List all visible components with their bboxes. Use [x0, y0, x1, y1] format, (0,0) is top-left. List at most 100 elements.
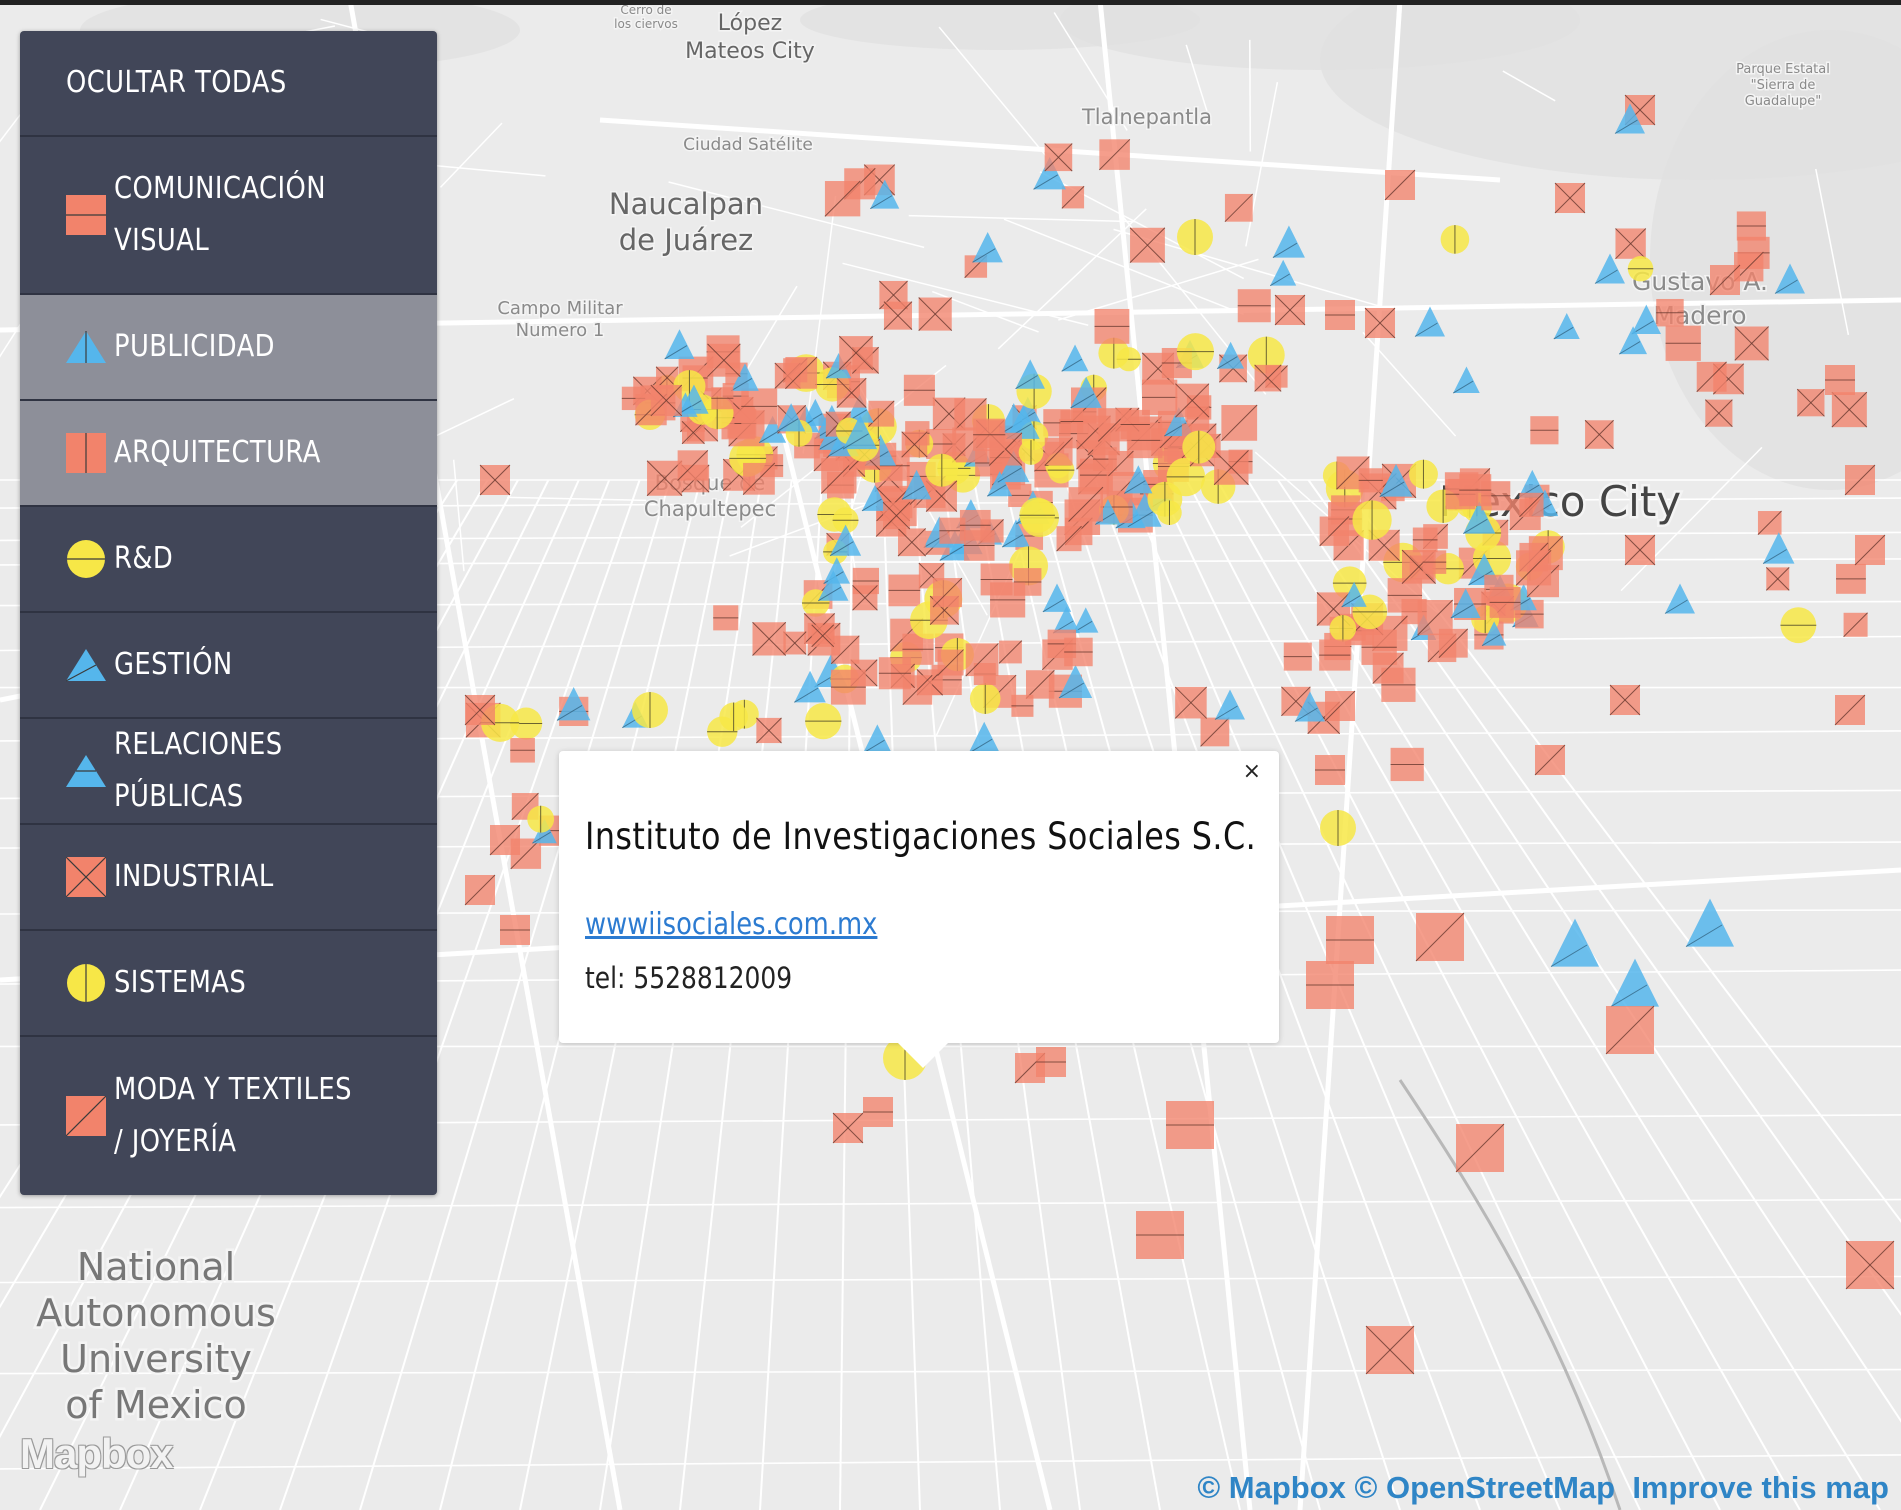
- marker-square[interactable]: [1044, 437, 1073, 466]
- marker-square[interactable]: [1283, 642, 1312, 671]
- marker-circle[interactable]: [1352, 500, 1392, 540]
- marker-square[interactable]: [1254, 364, 1282, 392]
- marker-square[interactable]: [832, 1112, 864, 1144]
- marker-square[interactable]: [838, 335, 874, 370]
- marker-square[interactable]: [756, 717, 782, 744]
- category-publicidad[interactable]: PUBLICIDAD: [20, 295, 437, 401]
- marker-circle[interactable]: [1329, 615, 1357, 642]
- marker-circle[interactable]: [1440, 225, 1470, 254]
- marker-square[interactable]: [1844, 464, 1876, 496]
- marker-square[interactable]: [1534, 744, 1566, 776]
- marker-square[interactable]: [888, 574, 921, 607]
- marker-square[interactable]: [1836, 563, 1866, 594]
- marker-square[interactable]: [713, 605, 739, 631]
- marker-square[interactable]: [783, 631, 807, 655]
- marker-square[interactable]: [464, 694, 496, 726]
- category-comunicacion-visual[interactable]: COMUNICACIÓN VISUAL: [20, 137, 437, 295]
- marker-square[interactable]: [1200, 717, 1230, 747]
- marker-square[interactable]: [1696, 361, 1727, 393]
- marker-square[interactable]: [1615, 228, 1647, 260]
- category-sistemas[interactable]: SISTEMAS: [20, 931, 437, 1037]
- marker-square[interactable]: [1704, 399, 1733, 428]
- marker-square[interactable]: [1025, 669, 1055, 700]
- marker-square[interactable]: [1415, 912, 1465, 962]
- close-icon[interactable]: ×: [1243, 759, 1261, 784]
- marker-square[interactable]: [1554, 182, 1586, 214]
- mapbox-attribution-link[interactable]: © Mapbox: [1197, 1470, 1346, 1505]
- marker-square[interactable]: [836, 377, 867, 408]
- marker-square[interactable]: [1064, 637, 1093, 667]
- marker-square[interactable]: [785, 356, 818, 390]
- marker-square[interactable]: [1319, 639, 1351, 671]
- marker-square[interactable]: [980, 563, 1013, 596]
- marker-square[interactable]: [1108, 450, 1134, 477]
- marker-square[interactable]: [1274, 294, 1306, 326]
- mapbox-logo[interactable]: Mapbox: [20, 1430, 174, 1478]
- marker-square[interactable]: [1796, 388, 1825, 417]
- marker-square[interactable]: [1845, 1240, 1895, 1290]
- category-rd[interactable]: R&D: [20, 507, 437, 613]
- marker-square[interactable]: [1237, 289, 1271, 323]
- marker-square[interactable]: [1224, 193, 1254, 223]
- marker-square[interactable]: [1854, 534, 1886, 566]
- marker-square[interactable]: [1068, 486, 1104, 522]
- marker-square[interactable]: [1213, 450, 1249, 486]
- marker-square[interactable]: [1489, 586, 1521, 618]
- marker-circle[interactable]: [1157, 500, 1182, 525]
- marker-circle[interactable]: [1019, 497, 1055, 534]
- marker-square[interactable]: [965, 642, 999, 677]
- marker-square[interactable]: [1530, 416, 1559, 445]
- marker-circle[interactable]: [1627, 256, 1654, 282]
- marker-square[interactable]: [1624, 534, 1656, 566]
- marker-square[interactable]: [1709, 264, 1741, 296]
- marker-square[interactable]: [1141, 379, 1178, 415]
- marker-square[interactable]: [1734, 326, 1769, 361]
- marker-square[interactable]: [973, 418, 1006, 451]
- marker-square[interactable]: [1325, 300, 1355, 330]
- marker-square[interactable]: [937, 649, 964, 676]
- marker-square[interactable]: [1515, 549, 1552, 586]
- marker-square[interactable]: [489, 824, 521, 856]
- osm-attribution-link[interactable]: © OpenStreetMap: [1355, 1470, 1616, 1505]
- marker-square[interactable]: [1044, 143, 1073, 172]
- category-relaciones-publicas[interactable]: RELACIONES PÚBLICAS: [20, 719, 437, 825]
- marker-square[interactable]: [903, 374, 935, 406]
- marker-square[interactable]: [1324, 690, 1356, 722]
- marker-square[interactable]: [1605, 1005, 1655, 1055]
- marker-square[interactable]: [1412, 527, 1438, 553]
- marker-square[interactable]: [1609, 684, 1641, 716]
- marker-square[interactable]: [752, 621, 787, 656]
- marker-square[interactable]: [1358, 468, 1383, 493]
- category-gestion[interactable]: GESTIÓN: [20, 613, 437, 719]
- marker-square[interactable]: [1166, 1101, 1214, 1149]
- marker-square[interactable]: [1422, 550, 1447, 574]
- marker-circle[interactable]: [1182, 430, 1216, 464]
- marker-square[interactable]: [1174, 686, 1208, 719]
- marker-circle[interactable]: [1320, 810, 1356, 846]
- marker-square[interactable]: [1060, 410, 1084, 433]
- marker-square[interactable]: [711, 387, 734, 410]
- marker-square[interactable]: [1306, 961, 1354, 1009]
- marker-circle[interactable]: [1177, 219, 1213, 255]
- marker-square[interactable]: [878, 657, 911, 690]
- marker-square[interactable]: [1372, 652, 1404, 684]
- marker-circle[interactable]: [1780, 607, 1817, 644]
- marker-square[interactable]: [1736, 211, 1766, 241]
- marker-circle[interactable]: [805, 703, 842, 740]
- marker-square[interactable]: [1765, 567, 1790, 591]
- marker-square[interactable]: [897, 528, 927, 557]
- marker-square[interactable]: [1831, 391, 1868, 428]
- category-arquitectura[interactable]: ARQUITECTURA: [20, 401, 437, 507]
- marker-square[interactable]: [1384, 169, 1416, 201]
- marker-square[interactable]: [1390, 747, 1424, 782]
- marker-square[interactable]: [464, 874, 496, 906]
- marker-square[interactable]: [901, 431, 928, 458]
- marker-circle[interactable]: [1018, 440, 1044, 465]
- marker-square[interactable]: [998, 640, 1023, 664]
- marker-circle[interactable]: [969, 683, 1001, 714]
- marker-square[interactable]: [1757, 510, 1782, 535]
- marker-square[interactable]: [1136, 1211, 1184, 1259]
- marker-square[interactable]: [918, 297, 953, 331]
- marker-square[interactable]: [646, 460, 683, 497]
- marker-square[interactable]: [882, 501, 911, 530]
